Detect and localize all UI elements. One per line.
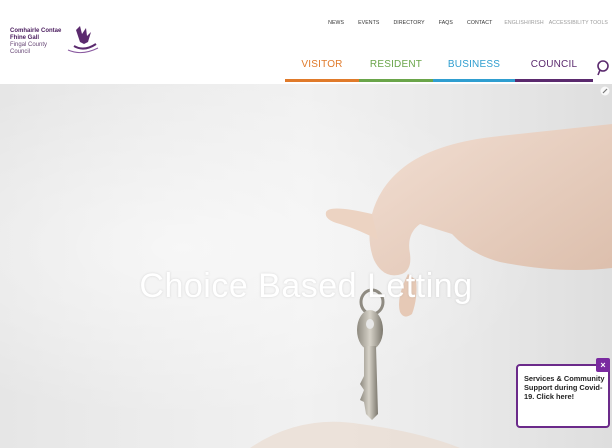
tab-council[interactable]: COUNCIL xyxy=(515,56,593,82)
logo-line-2: Fhine Gall xyxy=(10,35,40,41)
tab-resident-underline xyxy=(359,79,433,82)
tab-business-label: BUSINESS xyxy=(447,59,501,70)
tab-visitor[interactable]: VISITOR xyxy=(285,56,359,82)
tab-resident-label: RESIDENT xyxy=(369,59,423,70)
tab-business-underline xyxy=(433,79,515,82)
nav-link-news[interactable]: NEWS xyxy=(328,20,344,26)
nav-link-faqs[interactable]: FAQS xyxy=(439,20,453,26)
logo-line-4: Council xyxy=(10,49,31,55)
popup-message[interactable]: Services & Community Support during Covi… xyxy=(524,374,608,401)
tab-business[interactable]: BUSINESS xyxy=(433,56,515,82)
hero-title: Choice Based Letting xyxy=(139,267,473,305)
search-icon[interactable] xyxy=(595,58,611,78)
logo-line-1: Comhairle Contae xyxy=(10,28,62,34)
pencil-icon[interactable] xyxy=(600,86,610,96)
hand-shape xyxy=(369,124,612,276)
close-icon[interactable]: × xyxy=(596,358,610,372)
site-logo[interactable]: Comhairle Contae Fhine Gall Fingal Count… xyxy=(10,22,110,62)
tab-visitor-label: VISITOR xyxy=(301,59,343,70)
tab-resident[interactable]: RESIDENT xyxy=(359,56,433,82)
nav-link-events[interactable]: EVENTS xyxy=(358,20,379,26)
accessibility-tools-link[interactable]: ACCESSIBILITY TOOLS xyxy=(549,20,608,26)
covid-support-popup[interactable]: Services & Community Support during Covi… xyxy=(516,364,610,428)
tab-visitor-underline xyxy=(285,79,359,82)
nav-link-directory[interactable]: DIRECTORY xyxy=(393,20,424,26)
bird-logo-icon xyxy=(67,26,99,54)
nav-link-contact[interactable]: CONTACT xyxy=(467,20,492,26)
logo-text: Comhairle Contae Fhine Gall Fingal Count… xyxy=(10,28,61,56)
key-head xyxy=(357,310,383,350)
site-header: Comhairle Contae Fhine Gall Fingal Count… xyxy=(0,0,612,84)
index-finger-shape xyxy=(325,208,378,240)
logo-line-3: Fingal County xyxy=(10,42,48,48)
language-toggle[interactable]: ENGLISH/IRISH xyxy=(504,20,543,26)
main-nav: VISITOR RESIDENT BUSINESS COUNCIL xyxy=(285,56,612,82)
tab-council-label: COUNCIL xyxy=(530,59,578,70)
tab-council-underline xyxy=(515,79,593,82)
key-blade xyxy=(360,346,378,420)
utility-nav: NEWS EVENTS DIRECTORY FAQS CONTACT ENGLI… xyxy=(314,18,608,28)
